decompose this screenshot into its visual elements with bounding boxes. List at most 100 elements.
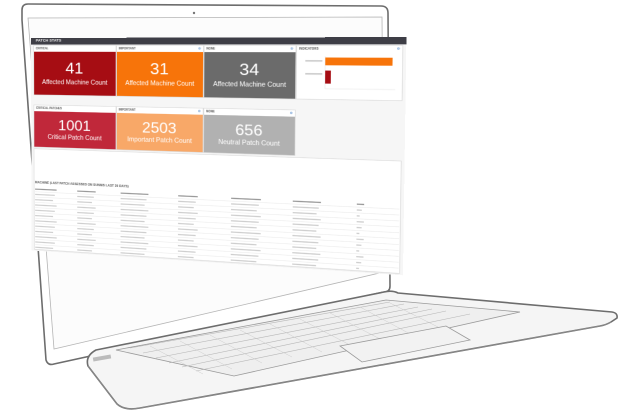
table-cell [230, 220, 259, 223]
metric-caption: Affected Machine Count [213, 81, 286, 89]
table-cell [230, 253, 259, 257]
table-cell [35, 209, 55, 212]
table-cell [177, 250, 196, 253]
settings-icon[interactable]: ⚙ [198, 47, 201, 51]
table-cell [77, 244, 94, 247]
table-cell [77, 249, 92, 252]
table-cell [77, 217, 92, 220]
settings-icon[interactable]: ⚙ [198, 110, 201, 114]
table-cell [356, 250, 360, 252]
tile-neutral-patches: 656 Neutral Patch Count [203, 114, 295, 156]
panel-indicators[interactable]: INDICATORS ⚙ [295, 45, 404, 102]
chart-baseline [325, 89, 395, 90]
category-label-2 [305, 72, 323, 75]
table-cell [292, 217, 321, 221]
panel-label: CRITICAL [35, 46, 49, 50]
panel-critical-machines[interactable]: CRITICAL 41 Affected Machine Count [33, 45, 117, 97]
metric-caption: Affected Machine Count [42, 79, 108, 87]
table-cell [77, 201, 92, 204]
table-cell [177, 233, 196, 237]
table-cell [35, 188, 57, 191]
panel-label: CRITICAL PATCHES [35, 106, 62, 110]
table-cell [356, 215, 360, 217]
table-cell [231, 197, 261, 201]
table-cell [178, 206, 194, 209]
panel-label: IMPORTANT [118, 46, 136, 51]
table-cell [177, 244, 198, 248]
panel-important-machines[interactable]: IMPORTANT ⚙ 31 Affected Machine Count [116, 45, 204, 98]
table-cell [77, 222, 96, 225]
table-cell [120, 252, 145, 255]
table-cell [230, 225, 257, 229]
metric-caption: Neutral Patch Count [218, 138, 280, 148]
table-cell [292, 257, 319, 261]
table-cell [177, 239, 194, 242]
table-cell [356, 238, 364, 241]
camera [192, 11, 196, 15]
table-cell [77, 195, 94, 198]
table-cell [77, 190, 96, 193]
table-cell [356, 226, 362, 229]
tile-critical-machines: 41 Affected Machine Count [34, 51, 116, 96]
table-cell [77, 206, 96, 209]
table-cell [120, 246, 147, 250]
table-cell [230, 236, 259, 240]
table-cell [77, 227, 94, 231]
table-cell [178, 228, 198, 231]
table-cell [35, 220, 57, 223]
table-cell [35, 246, 54, 249]
table-cell [120, 203, 145, 206]
table-cell [77, 233, 92, 236]
table-cell [77, 211, 94, 215]
dashboard-screen: PATCH STATS CRITICAL 41 Affected Machine… [31, 37, 407, 276]
bar-2 [325, 70, 331, 84]
table-cell [230, 248, 261, 252]
metric-value: 34 [239, 59, 260, 79]
panel-label: INDICATORS [299, 47, 319, 51]
table-cell [178, 211, 198, 215]
settings-icon[interactable]: ⚙ [290, 111, 293, 115]
table-cell [356, 209, 362, 211]
table-cell [292, 206, 319, 209]
table-cell [178, 195, 198, 198]
table-cell [292, 246, 317, 250]
panel-label: IMPORTANT [118, 108, 136, 112]
table-cell [292, 263, 317, 267]
table-cell [178, 222, 194, 225]
table-cell [230, 259, 257, 263]
table-cell [35, 225, 55, 228]
table-cell [120, 192, 149, 196]
table-cell [77, 238, 96, 242]
category-label-1 [305, 60, 323, 62]
settings-icon[interactable]: ⚙ [397, 47, 400, 51]
table-cell [356, 244, 362, 246]
metric-caption: Affected Machine Count [125, 80, 195, 88]
table-cell [230, 214, 261, 218]
settings-icon[interactable]: ⚙ [290, 47, 293, 51]
table-cell [35, 193, 55, 196]
table-cell [292, 211, 317, 215]
panel-important-patches[interactable]: IMPORTANT ⚙ 2503 Important Patch Count [116, 106, 204, 153]
panel-none-machines[interactable]: NONE ⚙ 34 Affected Machine Count [203, 45, 297, 100]
panel-neutral-patches[interactable]: NONE ⚙ 656 Neutral Patch Count [203, 107, 296, 156]
table-cell [356, 203, 365, 206]
table-cell [230, 242, 257, 246]
table-cell [231, 203, 259, 206]
table-cell [35, 241, 55, 244]
table-cell [231, 208, 257, 212]
section-header-patch-stats: PATCH STATS [31, 37, 407, 45]
tile-critical-patches: 1001 Critical Patch Count [34, 111, 116, 150]
table-cell [35, 236, 57, 239]
table-cell [292, 240, 319, 244]
metric-value: 31 [150, 59, 169, 79]
table-cell [120, 197, 147, 201]
table-cell [356, 261, 362, 264]
tile-important-patches: 2503 Important Patch Count [116, 112, 203, 153]
table-cell [292, 234, 321, 238]
table-cell [120, 230, 147, 234]
table-cell [356, 221, 364, 223]
metric-caption: Critical Patch Count [47, 134, 102, 143]
table-cell [292, 252, 321, 256]
panel-critical-patches[interactable]: CRITICAL PATCHES 1001 Critical Patch Cou… [33, 104, 117, 150]
table-cell [356, 255, 364, 258]
